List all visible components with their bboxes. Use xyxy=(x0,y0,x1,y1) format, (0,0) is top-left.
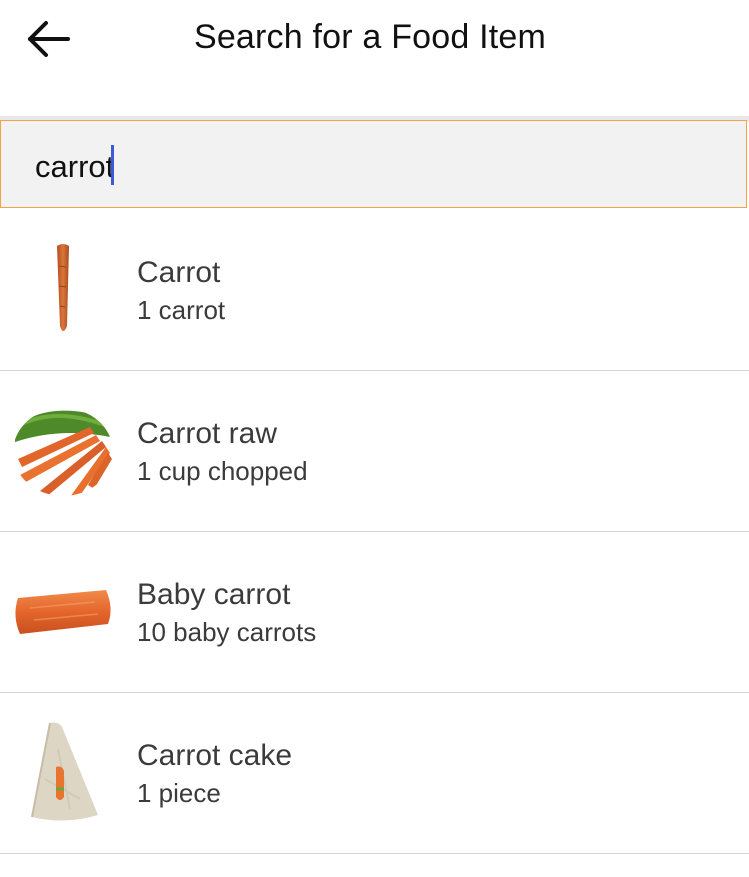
carrot-icon xyxy=(57,244,69,331)
list-item-carrot-cake[interactable]: Carrot cake 1 piece xyxy=(0,693,749,854)
list-item-carrot[interactable]: Carrot 1 carrot xyxy=(0,210,749,371)
top-bar: Search for a Food Item xyxy=(0,0,749,117)
food-portion: 1 cup chopped xyxy=(137,456,308,486)
food-name: Baby carrot xyxy=(137,578,291,611)
search-field[interactable]: carrot xyxy=(0,120,747,208)
baby-carrot-icon xyxy=(15,590,111,634)
food-portion: 1 carrot xyxy=(137,295,226,325)
results-list: Carrot 1 carrot Carrot raw 1 cup chopped xyxy=(0,210,749,854)
food-name: Carrot raw xyxy=(137,417,278,450)
search-value-text: carrot xyxy=(35,149,115,184)
carrot-bunch-icon xyxy=(13,408,113,496)
food-portion: 1 piece xyxy=(137,778,221,808)
list-item-carrot-raw[interactable]: Carrot raw 1 cup chopped xyxy=(0,371,749,532)
food-name: Carrot cake xyxy=(137,739,293,772)
search-input[interactable]: carrot xyxy=(35,145,115,185)
carrot-cake-icon xyxy=(31,722,98,821)
text-caret xyxy=(111,145,115,185)
list-item-baby-carrot[interactable]: Baby carrot 10 baby carrots xyxy=(0,532,749,693)
food-portion: 10 baby carrots xyxy=(137,617,317,647)
food-name: Carrot xyxy=(137,256,221,289)
page-title: Search for a Food Item xyxy=(193,18,547,56)
